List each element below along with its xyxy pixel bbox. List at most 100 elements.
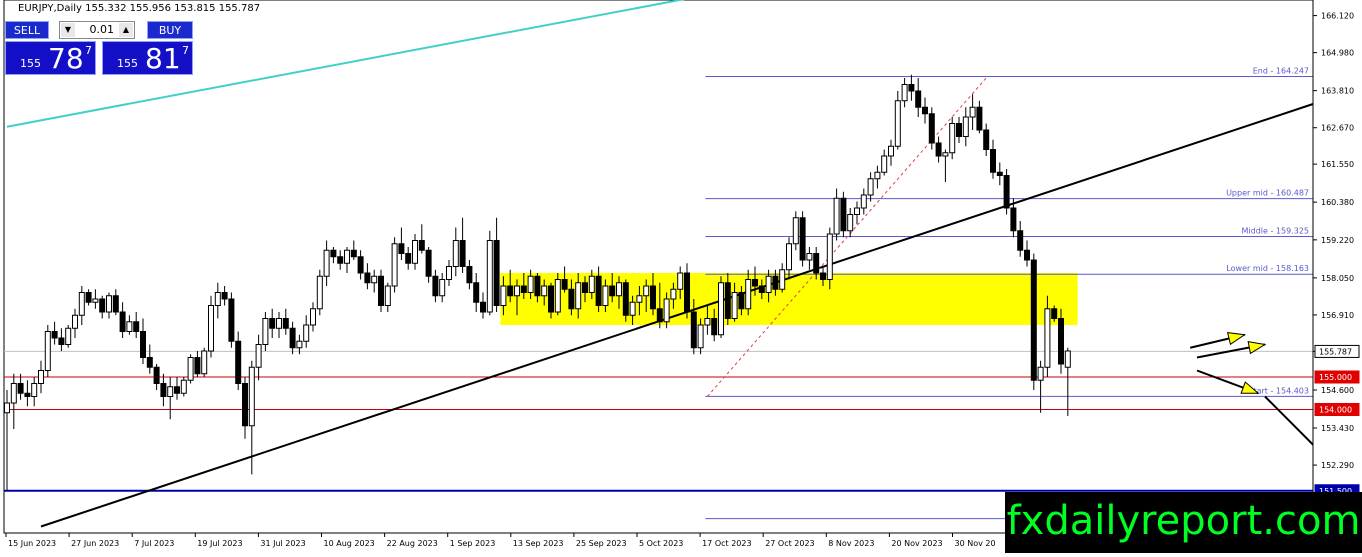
- candle-body: [847, 214, 854, 232]
- candle-body: [718, 282, 724, 336]
- buy-price-prefix: 155: [117, 57, 138, 70]
- candle-body: [160, 383, 167, 397]
- buy-price-display[interactable]: 155 81 7: [102, 41, 193, 75]
- candle-body: [758, 285, 765, 293]
- candle-body: [78, 292, 85, 316]
- candle-body: [4, 402, 10, 414]
- candle-body: [548, 285, 554, 313]
- candle-body: [187, 357, 194, 381]
- x-tick-label: 7 Jul 2023: [134, 539, 174, 548]
- y-tick-label: 153.430: [1321, 424, 1354, 433]
- candle-body: [507, 285, 514, 297]
- x-tick-label: 19 Jul 2023: [197, 539, 242, 548]
- candle-body: [153, 366, 160, 384]
- x-tick-label: 15 Jun 2023: [8, 539, 56, 548]
- candle-body: [51, 331, 58, 339]
- buy-price-point: 7: [182, 44, 189, 57]
- x-tick-label: 5 Oct 2023: [639, 539, 683, 548]
- y-tick-label: 163.810: [1321, 87, 1354, 96]
- buy-button[interactable]: BUY: [147, 21, 193, 39]
- candle-body: [949, 123, 956, 154]
- x-tick-label: 13 Sep 2023: [513, 539, 564, 548]
- y-tick-label: 162.670: [1321, 124, 1354, 133]
- candle-body: [520, 285, 527, 293]
- candle-body: [72, 314, 78, 329]
- candle-body: [881, 155, 888, 173]
- candle-body: [860, 194, 867, 209]
- candle-body: [126, 321, 133, 332]
- candle-body: [928, 113, 935, 144]
- candle-body: [262, 318, 269, 345]
- candle-body: [731, 292, 738, 319]
- candle-body: [738, 292, 745, 310]
- candle-body: [1017, 230, 1024, 251]
- candle-body: [1064, 350, 1071, 368]
- candle-body: [31, 383, 38, 397]
- candle-body: [112, 295, 119, 313]
- candle-body: [242, 383, 248, 427]
- candle-body: [568, 288, 575, 310]
- candle-body: [276, 318, 282, 329]
- candle-body: [956, 123, 962, 137]
- candle-body: [330, 249, 337, 258]
- candle-body: [282, 318, 289, 329]
- chart-svg[interactable]: End - 164.247 Upper mid - 160.487 Middle -…: [0, 0, 1362, 553]
- candle-body: [888, 145, 894, 157]
- candle-body: [833, 197, 840, 235]
- candle-body: [24, 392, 31, 397]
- candle-body: [1037, 366, 1044, 381]
- y-tick-label: 159.220: [1321, 236, 1354, 245]
- candle-body: [425, 249, 432, 277]
- candle-body: [119, 311, 126, 332]
- candle-body: [323, 249, 330, 277]
- candle-body: [371, 275, 378, 284]
- candle-body: [146, 357, 153, 368]
- sell-price-display[interactable]: 155 78 7: [5, 41, 96, 75]
- candle-body: [446, 266, 452, 280]
- candle-body: [616, 282, 622, 297]
- sell-button[interactable]: SELL: [5, 21, 49, 39]
- candle-body: [663, 298, 670, 323]
- chevron-down-icon[interactable]: ▼: [61, 23, 75, 37]
- candle-body: [480, 301, 486, 313]
- candle-body: [303, 324, 310, 342]
- lot-size-value[interactable]: 0.01: [78, 22, 115, 38]
- candle-body: [894, 100, 901, 147]
- x-tick-label: 1 Sep 2023: [450, 539, 496, 548]
- y-tick-label: 152.290: [1321, 461, 1354, 470]
- fib-label: Middle - 159.325: [1242, 226, 1309, 235]
- sell-price-prefix: 155: [20, 57, 41, 70]
- candle-body: [697, 324, 704, 349]
- price-box-label: 154.000: [1319, 406, 1352, 415]
- candle-body: [636, 295, 643, 303]
- candle-body: [10, 383, 17, 404]
- chevron-up-icon[interactable]: ▲: [119, 23, 133, 37]
- candle-body: [1030, 259, 1037, 381]
- candle-body: [588, 275, 595, 293]
- price-box-label: 155.000: [1319, 373, 1352, 382]
- y-tick-label: 154.600: [1321, 386, 1354, 395]
- price-chart[interactable]: End - 164.247 Upper mid - 160.487 Middle -…: [0, 0, 1362, 553]
- candle-body: [745, 279, 752, 310]
- candle-body: [486, 240, 493, 313]
- candle-body: [44, 331, 51, 371]
- candle-body: [432, 275, 439, 297]
- candle-body: [650, 285, 656, 310]
- candle-body: [514, 285, 520, 297]
- candle-body: [554, 279, 561, 313]
- candle-body: [493, 240, 500, 306]
- candle-body: [378, 275, 384, 306]
- candle-body: [180, 379, 187, 394]
- candle-body: [541, 285, 548, 297]
- lot-size-field[interactable]: ▼ 0.01 ▲: [59, 21, 135, 39]
- candle-body: [344, 249, 350, 264]
- candle-body: [935, 142, 942, 157]
- candle-body: [350, 249, 357, 258]
- candle-body: [133, 321, 140, 332]
- candle-body: [643, 285, 650, 297]
- candle-body: [58, 337, 65, 345]
- candle-body: [874, 171, 881, 180]
- buy-price-main: 81: [145, 42, 181, 75]
- candle-body: [670, 288, 677, 300]
- x-tick-label: 20 Nov 2023: [891, 539, 942, 548]
